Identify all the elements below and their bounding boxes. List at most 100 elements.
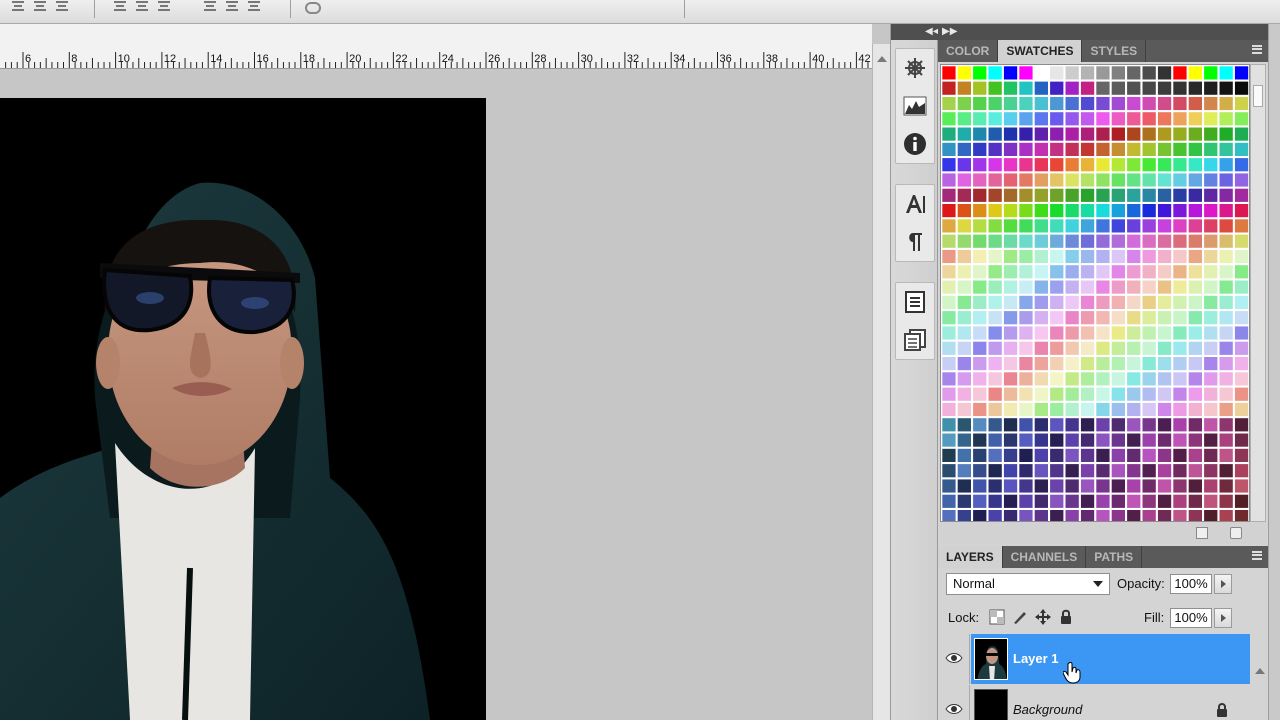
- color-swatch[interactable]: [1157, 126, 1172, 142]
- color-swatch[interactable]: [1018, 96, 1034, 111]
- color-swatch[interactable]: [1234, 264, 1249, 279]
- color-swatch[interactable]: [972, 249, 987, 264]
- color-swatch[interactable]: [957, 218, 972, 234]
- color-swatch[interactable]: [1034, 65, 1049, 81]
- color-swatch[interactable]: [1234, 356, 1249, 371]
- color-swatch[interactable]: [1080, 172, 1095, 188]
- color-swatch[interactable]: [972, 203, 987, 218]
- color-swatch[interactable]: [1034, 494, 1049, 509]
- color-swatch[interactable]: [1188, 402, 1203, 417]
- color-swatch[interactable]: [1157, 509, 1172, 522]
- color-swatch[interactable]: [1018, 218, 1034, 234]
- color-swatch[interactable]: [1064, 386, 1080, 402]
- color-swatch[interactable]: [1111, 371, 1126, 387]
- color-swatch[interactable]: [957, 111, 972, 127]
- color-swatch[interactable]: [972, 463, 987, 478]
- color-swatch[interactable]: [1049, 494, 1065, 509]
- color-swatch[interactable]: [1080, 96, 1095, 111]
- color-swatch[interactable]: [1157, 96, 1172, 111]
- color-swatch[interactable]: [957, 325, 972, 341]
- swatch-cells[interactable]: [941, 65, 1250, 522]
- info-icon[interactable]: [896, 125, 934, 163]
- color-swatch[interactable]: [941, 234, 957, 249]
- color-swatch[interactable]: [941, 295, 957, 310]
- color-swatch[interactable]: [1172, 111, 1188, 127]
- color-swatch[interactable]: [972, 478, 987, 494]
- color-swatch[interactable]: [1218, 96, 1234, 111]
- color-swatch[interactable]: [1111, 325, 1126, 341]
- color-swatch[interactable]: [941, 249, 957, 264]
- color-swatch[interactable]: [957, 203, 972, 218]
- color-swatch[interactable]: [1080, 463, 1095, 478]
- color-swatch[interactable]: [1049, 188, 1065, 203]
- color-swatch[interactable]: [987, 264, 1003, 279]
- color-swatch[interactable]: [987, 188, 1003, 203]
- color-swatch[interactable]: [1157, 172, 1172, 188]
- color-swatch[interactable]: [941, 142, 957, 157]
- color-swatch[interactable]: [987, 172, 1003, 188]
- color-swatch[interactable]: [1188, 80, 1203, 96]
- color-swatch[interactable]: [1126, 386, 1142, 402]
- color-swatch[interactable]: [1234, 386, 1249, 402]
- color-swatch[interactable]: [1157, 111, 1172, 127]
- color-swatch[interactable]: [1049, 157, 1065, 172]
- color-swatch[interactable]: [1003, 402, 1018, 417]
- color-swatch[interactable]: [1049, 432, 1065, 448]
- color-swatch[interactable]: [1218, 371, 1234, 387]
- color-swatch[interactable]: [972, 172, 987, 188]
- color-swatch[interactable]: [1141, 448, 1157, 463]
- color-swatch[interactable]: [1064, 264, 1080, 279]
- color-swatch[interactable]: [1126, 111, 1142, 127]
- color-swatch[interactable]: [1111, 80, 1126, 96]
- color-swatch[interactable]: [1095, 111, 1111, 127]
- color-swatch[interactable]: [957, 478, 972, 494]
- color-swatch[interactable]: [1234, 234, 1249, 249]
- color-swatch[interactable]: [1234, 80, 1249, 96]
- color-swatch[interactable]: [1034, 341, 1049, 356]
- color-swatch[interactable]: [1218, 203, 1234, 218]
- color-swatch[interactable]: [1218, 249, 1234, 264]
- color-swatch[interactable]: [941, 126, 957, 142]
- color-swatch[interactable]: [1064, 325, 1080, 341]
- color-swatch[interactable]: [1095, 264, 1111, 279]
- tab-swatches[interactable]: SWATCHES: [998, 40, 1083, 62]
- color-swatch[interactable]: [1095, 448, 1111, 463]
- color-swatch[interactable]: [1095, 432, 1111, 448]
- color-swatch[interactable]: [1141, 432, 1157, 448]
- color-swatch[interactable]: [1018, 432, 1034, 448]
- color-swatch[interactable]: [1218, 172, 1234, 188]
- color-swatch[interactable]: [941, 218, 957, 234]
- color-swatch[interactable]: [1141, 310, 1157, 325]
- color-swatch[interactable]: [1003, 310, 1018, 325]
- expand-panels-icon[interactable]: ▶▶: [942, 26, 957, 37]
- color-swatch[interactable]: [1234, 111, 1249, 127]
- dock-header[interactable]: ◀◀: [891, 24, 940, 40]
- color-swatch[interactable]: [1080, 295, 1095, 310]
- color-swatch[interactable]: [1034, 249, 1049, 264]
- color-swatch[interactable]: [1003, 432, 1018, 448]
- color-swatch[interactable]: [1172, 432, 1188, 448]
- color-swatch[interactable]: [1064, 417, 1080, 432]
- color-swatch[interactable]: [1172, 478, 1188, 494]
- color-swatch[interactable]: [1049, 203, 1065, 218]
- color-swatch[interactable]: [941, 188, 957, 203]
- color-swatch[interactable]: [1218, 310, 1234, 325]
- color-swatch[interactable]: [1218, 448, 1234, 463]
- color-swatch[interactable]: [1064, 432, 1080, 448]
- color-swatch[interactable]: [1126, 356, 1142, 371]
- color-swatch[interactable]: [987, 386, 1003, 402]
- color-swatch[interactable]: [941, 203, 957, 218]
- color-swatch[interactable]: [1003, 417, 1018, 432]
- color-swatch[interactable]: [987, 279, 1003, 295]
- color-swatch[interactable]: [1126, 341, 1142, 356]
- color-swatch[interactable]: [1188, 371, 1203, 387]
- color-swatch[interactable]: [1172, 494, 1188, 509]
- color-swatch[interactable]: [1049, 279, 1065, 295]
- color-swatch[interactable]: [972, 325, 987, 341]
- color-swatch[interactable]: [1034, 111, 1049, 127]
- color-swatch[interactable]: [1157, 279, 1172, 295]
- color-swatch[interactable]: [1141, 218, 1157, 234]
- color-swatch[interactable]: [1080, 249, 1095, 264]
- color-swatch[interactable]: [1234, 509, 1249, 522]
- color-swatch[interactable]: [987, 249, 1003, 264]
